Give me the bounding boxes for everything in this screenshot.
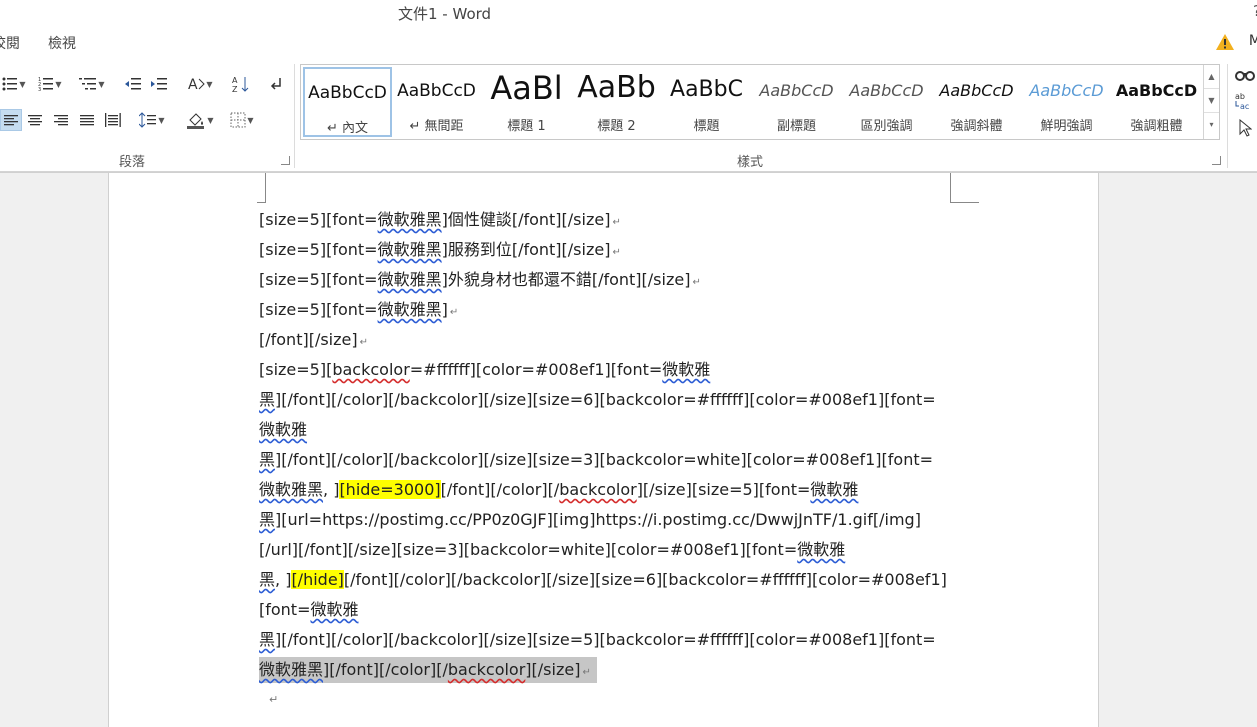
style-normal[interactable]: AaBbCcD ↵ 內文	[303, 67, 392, 137]
styles-group-label: 樣式	[737, 155, 764, 170]
align-left-icon[interactable]	[0, 109, 22, 131]
window-title: 文件1 - Word	[398, 5, 492, 23]
svg-text:Z: Z	[232, 85, 238, 93]
text-line: [size=5][font=微軟雅黑]服務到位[/font][/size] ↵	[259, 240, 621, 259]
svg-text:A: A	[188, 77, 198, 92]
crop-mark-right	[950, 173, 979, 203]
text-line: [size=5][backcolor=#ffffff][color=#008ef…	[259, 360, 711, 379]
text-direction-icon[interactable]: A ▼	[184, 73, 216, 95]
multilevel-list-icon[interactable]: ▼	[76, 73, 108, 95]
style-heading-2[interactable]: AaBb 標題 2	[572, 67, 661, 137]
style-no-spacing[interactable]: AaBbCcD ↵ 無間距	[392, 67, 481, 137]
align-right-icon[interactable]	[50, 109, 72, 131]
distributed-icon[interactable]	[102, 109, 124, 131]
select-icon[interactable]	[1234, 117, 1256, 139]
text-line: [size=5][font=微軟雅黑] ↵	[259, 300, 459, 319]
text-line: [size=5][font=微軟雅黑]個性健談[/font][/size] ↵	[259, 210, 621, 229]
document-page[interactable]: [size=5][font=微軟雅黑]個性健談[/font][/size] ↵ […	[108, 173, 1099, 727]
bullets-icon[interactable]: ▼	[0, 73, 28, 95]
svg-text:ac: ac	[1240, 102, 1249, 111]
gallery-up-icon[interactable]: ▲	[1204, 65, 1219, 89]
shading-icon[interactable]: ▼	[182, 109, 218, 131]
gallery-more-icon[interactable]: ▾	[1204, 113, 1219, 137]
warning-icon[interactable]	[1215, 33, 1235, 51]
highlight-hide-close: [/hide]	[291, 570, 344, 589]
increase-indent-icon[interactable]	[148, 73, 170, 95]
title-bar: 文件1 - Word ?	[0, 0, 1257, 28]
svg-text:ab: ab	[1235, 92, 1245, 101]
find-icon[interactable]	[1234, 64, 1256, 86]
text-line: [font=微軟雅	[259, 600, 359, 619]
svg-text:A: A	[232, 76, 238, 85]
text-line: 黑][/font][/color][/backcolor][/size][siz…	[259, 630, 936, 649]
document-area: [size=5][font=微軟雅黑]個性健談[/font][/size] ↵ […	[0, 172, 1257, 727]
styles-gallery: AaBbCcD ↵ 內文 AaBbCcD ↵ 無間距 AaBl 標題 1 AaB…	[300, 64, 1220, 140]
text-line: 黑, ][/hide][/font][/color][/backcolor][/…	[259, 570, 947, 589]
style-subtitle[interactable]: AaBbCcD 副標題	[752, 67, 841, 137]
tab-view[interactable]: 檢視	[48, 33, 76, 53]
text-line: [size=5][font=微軟雅黑]外貌身材也都還不錯[/font][/siz…	[259, 270, 701, 289]
text-line: 黑][url=https://postimg.cc/PP0z0GJF][img]…	[259, 510, 921, 529]
tab-review[interactable]: 校閱	[0, 33, 20, 53]
ribbon-panel: ▼ 1 2 3 ▼ ▼ A ▼ AZ ▼ ▼ ▼ 段落 AaBbCcD ↵ 內文…	[0, 60, 1257, 172]
group-separator	[294, 64, 295, 168]
gallery-down-icon[interactable]: ▼	[1204, 89, 1219, 113]
style-title[interactable]: AaBbC 標題	[662, 67, 751, 137]
line-spacing-icon[interactable]: ▼	[134, 109, 170, 131]
crop-mark-left	[257, 173, 266, 203]
highlight-hide-open: [hide=3000]	[339, 480, 441, 499]
numbering-icon[interactable]: 1 2 3 ▼	[36, 73, 64, 95]
justify-icon[interactable]	[76, 109, 98, 131]
decrease-indent-icon[interactable]	[122, 73, 144, 95]
end-paragraph-mark: ↵	[269, 693, 279, 706]
paragraph-group-label: 段落	[119, 155, 146, 170]
help-button[interactable]: ?	[1253, 2, 1257, 20]
selected-text[interactable]: 微軟雅黑][/font][/color][/backcolor][/size] ↵	[259, 657, 597, 683]
show-marks-icon[interactable]	[264, 73, 286, 95]
account-button[interactable]: M	[1249, 33, 1257, 49]
text-line: 黑][/font][/color][/backcolor][/size][siz…	[259, 390, 936, 409]
text-line: 黑][/font][/color][/backcolor][/size][siz…	[259, 450, 934, 469]
align-center-icon[interactable]	[24, 109, 46, 131]
text-line: [/font][/size] ↵	[259, 330, 368, 349]
group-separator	[1227, 64, 1228, 168]
style-heading-1[interactable]: AaBl 標題 1	[482, 67, 571, 137]
text-line: 微軟雅黑, ][hide=3000][/font][/color][/backc…	[259, 480, 859, 499]
gallery-scroll: ▲ ▼ ▾	[1203, 65, 1219, 139]
ribbon-tabs: 校閱 檢視 M	[0, 28, 1257, 60]
text-line: 微軟雅	[259, 420, 308, 439]
paragraph-dialog-launcher[interactable]	[281, 156, 290, 165]
style-intense-emphasis[interactable]: AaBbCcD 鮮明強調	[1022, 67, 1111, 137]
styles-dialog-launcher[interactable]	[1212, 156, 1221, 165]
replace-icon[interactable]: ab ac	[1234, 90, 1256, 112]
style-emphasis[interactable]: AaBbCcD 強調斜體	[932, 67, 1021, 137]
style-subtle-emphasis[interactable]: AaBbCcD 區別強調	[842, 67, 931, 137]
sort-icon[interactable]: AZ	[230, 73, 252, 95]
borders-icon[interactable]: ▼	[224, 109, 260, 131]
text-line: [/url][/font][/size][size=3][backcolor=w…	[259, 540, 846, 559]
svg-text:3: 3	[38, 87, 41, 91]
word-window: 文件1 - Word ? 校閱 檢視 M ▼ 123▼ ▼ A▼	[0, 0, 1257, 727]
style-strong[interactable]: AaBbCcD 強調粗體	[1112, 67, 1201, 137]
document-body[interactable]: [size=5][font=微軟雅黑]個性健談[/font][/size] ↵ […	[259, 205, 959, 685]
text-line: 微軟雅黑][/font][/color][/backcolor][/size] ↵	[259, 655, 959, 685]
